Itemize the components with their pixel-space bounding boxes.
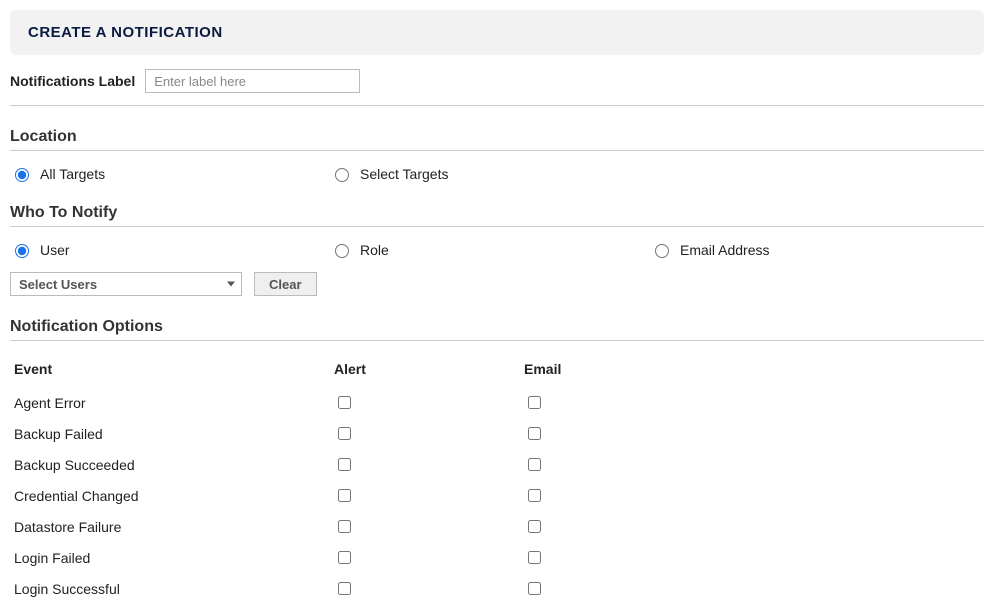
notifications-label-text: Notifications Label [10, 73, 135, 89]
select-users-dropdown-label: Select Users [19, 277, 97, 292]
email-checkbox[interactable] [528, 582, 541, 595]
radio-email-address-input[interactable] [655, 244, 669, 258]
radio-all-targets[interactable]: All Targets [10, 165, 330, 182]
alert-cell [330, 387, 520, 418]
table-row: Backup Failed [10, 418, 984, 449]
alert-cell [330, 511, 520, 542]
email-cell [520, 418, 984, 449]
event-cell: Backup Succeeded [10, 449, 330, 480]
location-section-title: Location [10, 128, 984, 146]
event-cell: Login Successful [10, 573, 330, 604]
table-row: Login Successful [10, 573, 984, 604]
who-to-notify-radio-row: User Role Email Address [10, 241, 984, 258]
select-users-row: Select Users Clear [10, 272, 984, 296]
event-cell: Login Failed [10, 542, 330, 573]
email-checkbox[interactable] [528, 427, 541, 440]
email-checkbox[interactable] [528, 396, 541, 409]
notification-options-table: Event Alert Email Agent ErrorBackup Fail… [10, 355, 984, 604]
event-cell: Backup Failed [10, 418, 330, 449]
chevron-down-icon [227, 282, 235, 287]
table-row: Backup Succeeded [10, 449, 984, 480]
notification-options-section-title: Notification Options [10, 318, 984, 336]
radio-user[interactable]: User [10, 241, 330, 258]
divider [10, 105, 984, 106]
radio-select-targets[interactable]: Select Targets [330, 165, 650, 182]
table-row: Agent Error [10, 387, 984, 418]
location-radio-row: All Targets Select Targets [10, 165, 984, 182]
table-row: Datastore Failure [10, 511, 984, 542]
page-header: CREATE A NOTIFICATION [10, 10, 984, 55]
page-title: CREATE A NOTIFICATION [28, 24, 966, 41]
email-checkbox[interactable] [528, 489, 541, 502]
event-cell: Credential Changed [10, 480, 330, 511]
radio-user-input[interactable] [15, 244, 29, 258]
alert-checkbox[interactable] [338, 551, 351, 564]
divider [10, 150, 984, 151]
alert-cell [330, 480, 520, 511]
email-cell [520, 480, 984, 511]
alert-checkbox[interactable] [338, 427, 351, 440]
col-header-event: Event [10, 355, 330, 387]
table-row: Login Failed [10, 542, 984, 573]
clear-button[interactable]: Clear [254, 272, 317, 296]
col-header-alert: Alert [330, 355, 520, 387]
email-checkbox[interactable] [528, 458, 541, 471]
alert-cell [330, 418, 520, 449]
alert-cell [330, 542, 520, 573]
email-cell [520, 573, 984, 604]
alert-checkbox[interactable] [338, 396, 351, 409]
alert-cell [330, 449, 520, 480]
event-cell: Datastore Failure [10, 511, 330, 542]
col-header-email: Email [520, 355, 984, 387]
email-cell [520, 387, 984, 418]
email-checkbox[interactable] [528, 551, 541, 564]
radio-role-label: Role [360, 242, 389, 258]
who-to-notify-section-title: Who To Notify [10, 204, 984, 222]
radio-all-targets-label: All Targets [40, 166, 105, 182]
table-header-row: Event Alert Email [10, 355, 984, 387]
alert-checkbox[interactable] [338, 582, 351, 595]
select-users-dropdown[interactable]: Select Users [10, 272, 242, 296]
alert-cell [330, 573, 520, 604]
event-cell: Agent Error [10, 387, 330, 418]
alert-checkbox[interactable] [338, 458, 351, 471]
divider [10, 226, 984, 227]
radio-select-targets-label: Select Targets [360, 166, 448, 182]
radio-email-address-label: Email Address [680, 242, 769, 258]
email-checkbox[interactable] [528, 520, 541, 533]
alert-checkbox[interactable] [338, 489, 351, 502]
radio-all-targets-input[interactable] [15, 168, 29, 182]
table-row: Credential Changed [10, 480, 984, 511]
email-cell [520, 449, 984, 480]
notifications-label-row: Notifications Label [10, 69, 984, 93]
radio-user-label: User [40, 242, 70, 258]
email-cell [520, 542, 984, 573]
notifications-label-input[interactable] [145, 69, 360, 93]
divider [10, 340, 984, 341]
radio-role[interactable]: Role [330, 241, 650, 258]
alert-checkbox[interactable] [338, 520, 351, 533]
radio-select-targets-input[interactable] [335, 168, 349, 182]
radio-email-address[interactable]: Email Address [650, 241, 970, 258]
radio-role-input[interactable] [335, 244, 349, 258]
email-cell [520, 511, 984, 542]
